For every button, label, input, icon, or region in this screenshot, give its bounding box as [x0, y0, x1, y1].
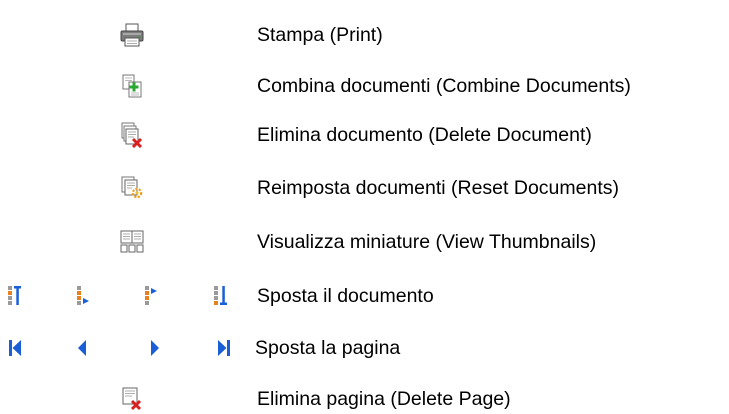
- delete-document-icon[interactable]: [120, 122, 144, 148]
- legend-label-print: Stampa (Print): [257, 24, 383, 46]
- last-page-icon[interactable]: [217, 339, 231, 357]
- legend-row-view-thumbnails: Visualizza miniature (View Thumbnails): [0, 227, 729, 257]
- legend-row-delete-document: Elimina documento (Delete Document): [0, 120, 729, 150]
- move-document-last-icon[interactable]: [213, 285, 227, 307]
- legend-row-print: Stampa (Print): [0, 20, 729, 50]
- legend-label-move-page: Sposta la pagina: [255, 337, 401, 359]
- combine-documents-icon[interactable]: [121, 74, 143, 98]
- previous-page-icon[interactable]: [77, 339, 87, 357]
- legend-label-combine-documents: Combina documenti (Combine Documents): [257, 75, 631, 97]
- first-page-icon[interactable]: [8, 339, 22, 357]
- move-document-first-icon[interactable]: [7, 285, 21, 307]
- legend-label-view-thumbnails: Visualizza miniature (View Thumbnails): [257, 231, 597, 253]
- move-document-up-icon[interactable]: [76, 285, 90, 307]
- reset-documents-icon[interactable]: [120, 176, 144, 200]
- legend-row-reset-documents: Reimposta documenti (Reset Documents): [0, 173, 729, 203]
- delete-page-icon[interactable]: [120, 387, 144, 411]
- legend-label-move-document: Sposta il documento: [257, 285, 434, 307]
- legend-row-move-page: Sposta la pagina: [0, 333, 729, 363]
- view-thumbnails-icon[interactable]: [119, 230, 145, 254]
- move-document-down-icon[interactable]: [144, 285, 158, 307]
- next-page-icon[interactable]: [150, 339, 160, 357]
- legend-row-move-document: Sposta il documento: [0, 281, 729, 311]
- legend-label-delete-page: Elimina pagina (Delete Page): [257, 388, 511, 410]
- legend-row-combine-documents: Combina documenti (Combine Documents): [0, 71, 729, 101]
- legend-label-delete-document: Elimina documento (Delete Document): [257, 124, 592, 146]
- legend-row-delete-page: Elimina pagina (Delete Page): [0, 384, 729, 414]
- printer-icon[interactable]: [119, 23, 145, 47]
- legend-label-reset-documents: Reimposta documenti (Reset Documents): [257, 177, 619, 199]
